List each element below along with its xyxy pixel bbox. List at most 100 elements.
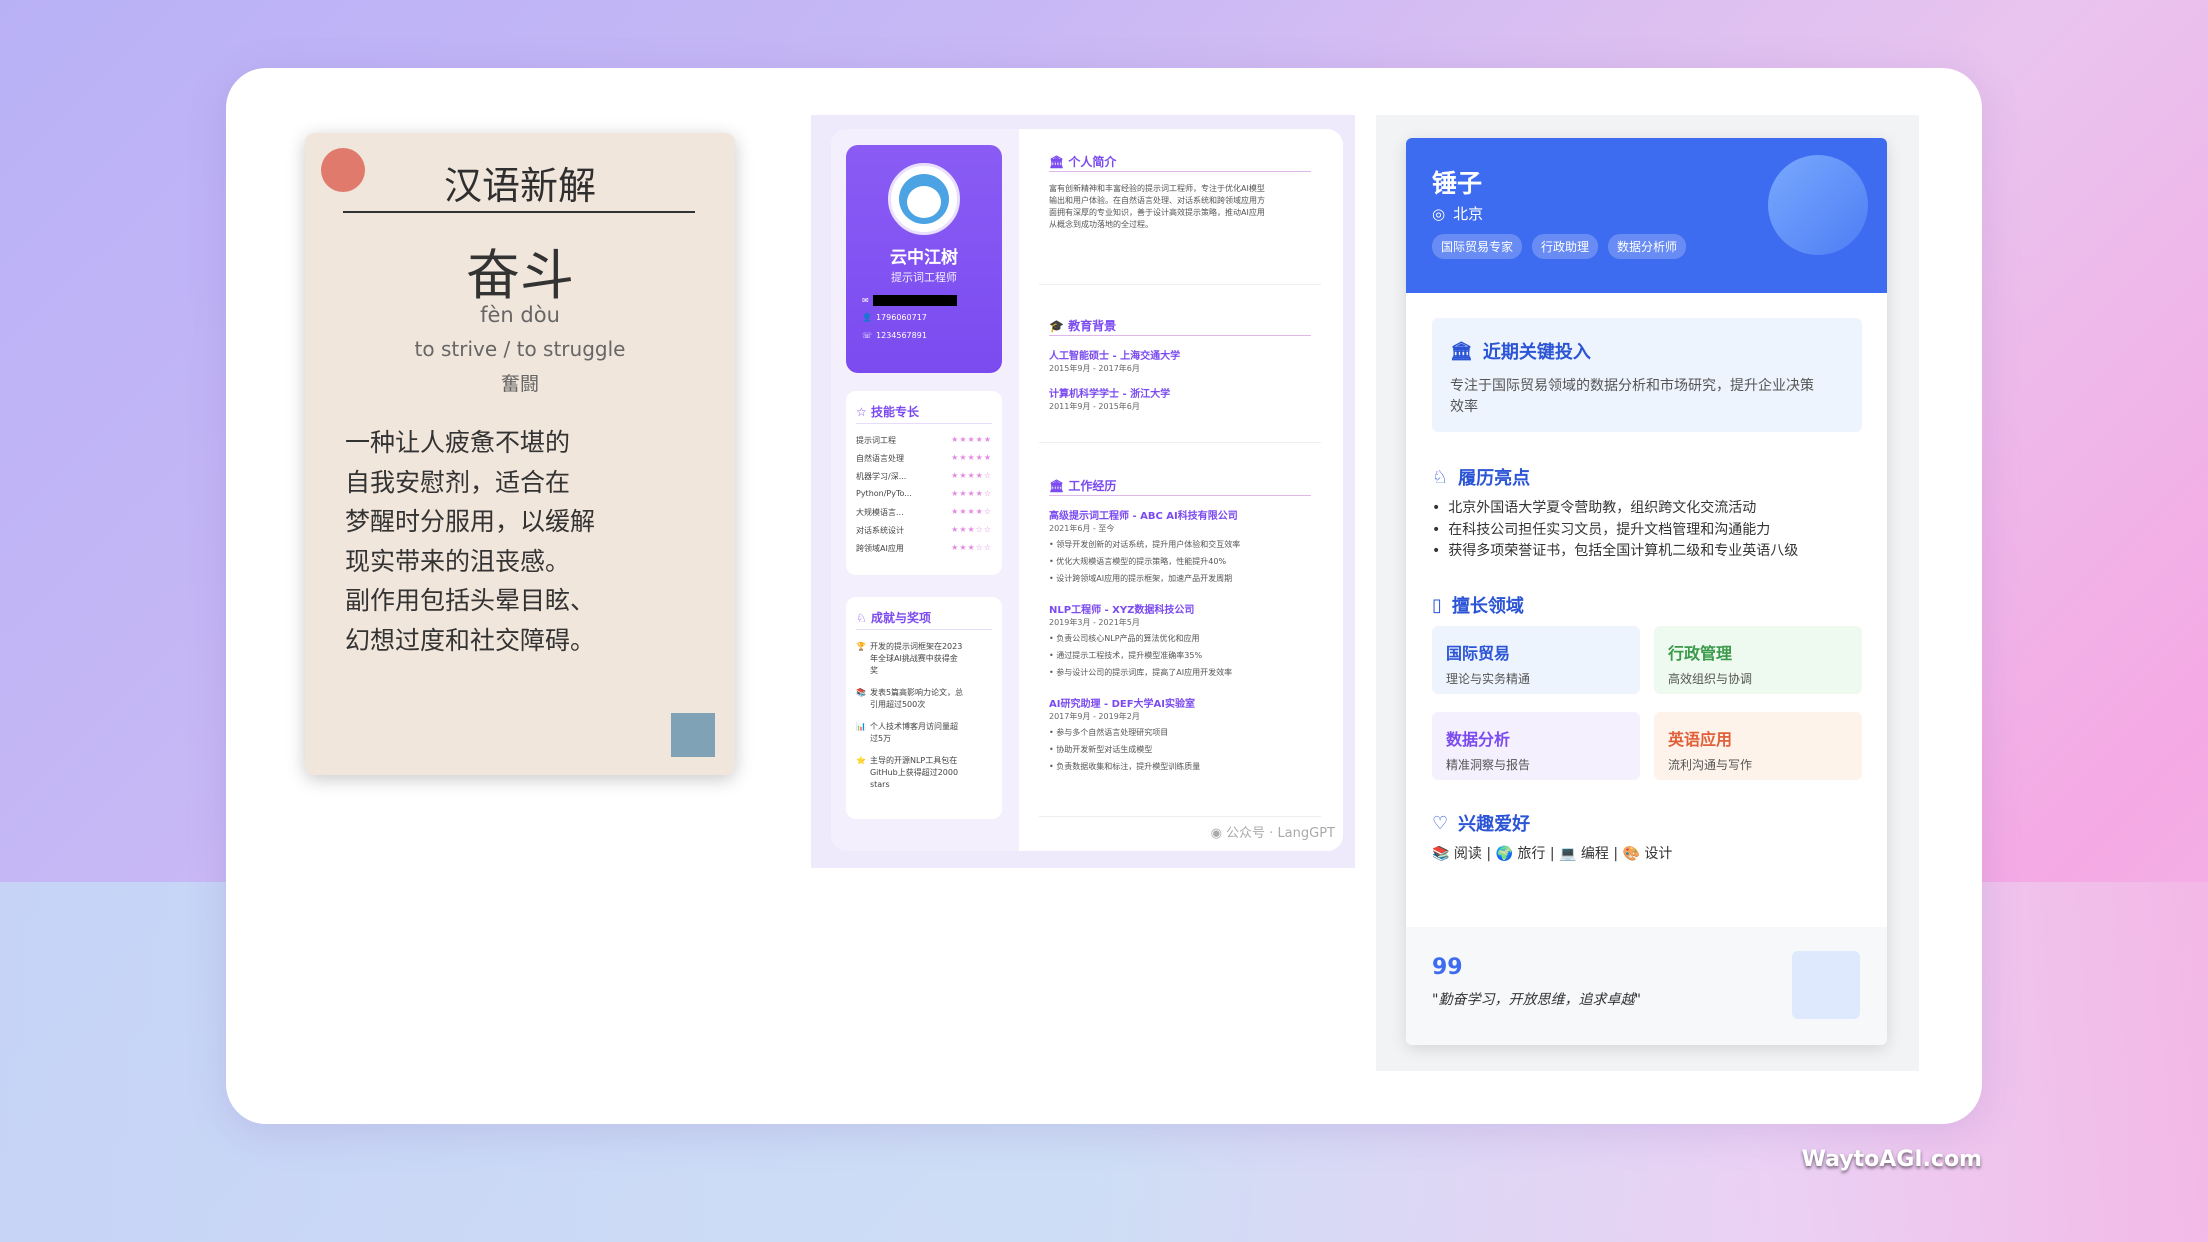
pinyin: fèn dòu (480, 303, 560, 327)
resume-header: 锤子 ◎ 北京 国际贸易专家 行政助理 数据分析师 (1406, 138, 1887, 293)
building-icon: 🏛 (1450, 340, 1473, 362)
japanese-translation: 奮闘 (500, 373, 539, 395)
highlights-list: 北京外国语大学夏令营助教，组织跨文化交流活动 在科技公司担任实习文员，提升文档管… (1432, 498, 1798, 563)
wechat-watermark: ◉ 公众号 · LangGPT (1210, 826, 1335, 841)
redacted-email (872, 295, 957, 306)
definition-line: 一种让人疲惫不堪的 (345, 428, 571, 457)
mail-icon: ✉ (862, 296, 869, 305)
skill-box: 国际贸易 理论与实务精通 (1432, 626, 1640, 694)
phone-icon: ☏ (862, 331, 873, 340)
job-bullet: • 设计跨领域AI应用的提示框架，加速产品开发周期 (1049, 574, 1233, 583)
award-ribbon-icon: ♘ (1432, 466, 1449, 488)
phone-number: 1234567891 (876, 331, 927, 340)
quote-square-decoration (1792, 951, 1860, 1019)
skill-row: 自然语言处理 ★★★★★ (856, 453, 992, 463)
resume-card-blue: 锤子 ◎ 北京 国际贸易专家 行政助理 数据分析师 🏛 近期关键投入 专注于国际贸… (1376, 115, 1919, 1071)
headword: 奋斗 (466, 244, 574, 307)
education-degree: 人工智能硕士 - 上海交通大学 (1049, 351, 1181, 362)
resume-name: 锤子 (1432, 169, 1483, 198)
awards-panel: ♘ 成就与奖项 🏆 开发的提示词框架在2023 年全球AI挑战赛中获得金奖 📚 发… (846, 597, 1002, 819)
qq-row: 👤 1796060717 (862, 313, 927, 322)
trophy-icon: 🏆 (856, 642, 866, 651)
definition-line: 自我安慰剂，适合在 (345, 467, 571, 497)
profile-role: 提示词工程师 (891, 271, 957, 284)
tag: 国际贸易专家 (1432, 234, 1523, 259)
highlight-item: 在科技公司担任实习文员，提升文档管理和沟通能力 (1432, 520, 1798, 542)
intro-title: 🏛 个人简介 (1049, 155, 1117, 169)
highlight-item: 北京外国语大学夏令营助教，组织跨文化交流活动 (1432, 498, 1798, 520)
definition-line: 幻想过度和社交障碍。 (345, 625, 596, 655)
skill-box: 英语应用 流利沟通与写作 (1654, 712, 1862, 780)
tag: 行政助理 (1532, 234, 1599, 259)
star-icon: ⭐ (856, 756, 866, 765)
chart-icon: 📊 (856, 722, 866, 731)
job-bullet: • 参与多个自然语言处理研究项目 (1049, 728, 1169, 737)
education-degree: 计算机科学学士 - 浙江大学 (1049, 389, 1171, 400)
book-icon: ▯ (1432, 594, 1442, 616)
work-title: 🏛 工作经历 (1049, 479, 1117, 493)
header-circle-decoration (1768, 155, 1868, 255)
job-bullet: • 领导开发创新的对话系统，提升用户体验和交互效率 (1049, 540, 1241, 549)
qq-number: 1796060717 (875, 313, 927, 322)
definition-line: 现实带来的沮丧感。 (345, 546, 571, 576)
hobbies-text: 📚 阅读 | 🌍 旅行 | 💻 编程 | 🎨 设计 (1432, 846, 1673, 862)
education-title: 🎓 教育背景 (1049, 319, 1117, 333)
awards-title: ♘ 成就与奖项 (856, 611, 931, 625)
definition-line: 副作用包括头晕目眩、 (345, 586, 596, 615)
skill-row: 机器学习/深... ★★★★☆ (856, 471, 992, 481)
tag-list: 国际贸易专家 行政助理 数据分析师 (1432, 234, 1687, 259)
books-icon: 📚 (856, 688, 866, 697)
tag: 数据分析师 (1608, 234, 1687, 259)
resume-card-purple: 云中江树 提示词工程师 ✉ 👤 1796060717 ☏ 1234567891 … (811, 115, 1355, 868)
heart-icon: ♡ (1432, 812, 1449, 834)
award-item: 📚 发表5篇高影响力论文，总 引用超过500次 (856, 688, 964, 709)
phone-row: ☏ 1234567891 (862, 331, 927, 340)
resume-sidebar: 云中江树 提示词工程师 ✉ 👤 1796060717 ☏ 1234567891 … (831, 129, 1019, 851)
skill-row: 跨领域AI应用 ★★★☆☆ (856, 543, 992, 553)
hanyu-card: 汉语新解 奋斗 fèn dòu to strive / to struggle … (305, 133, 735, 775)
skill-row: Python/PyTo... ★★★★☆ (856, 489, 992, 498)
award-item: ⭐ 主导的开源NLP工具包在 GitHub上获得超过2000 stars (856, 756, 959, 789)
user-icon: 👤 (862, 313, 872, 322)
education-date: 2011年9月 - 2015年6月 (1049, 402, 1140, 411)
avatar (888, 163, 960, 235)
award-item: 🏆 开发的提示词框架在2023 年全球AI挑战赛中获得金奖 (856, 642, 963, 675)
hobbies-title: ♡ 兴趣爱好 (1432, 812, 1531, 836)
job-date: 2021年6月 - 至今 (1049, 524, 1115, 533)
skill-row: 对话系统设计 ★★★☆☆ (856, 525, 992, 535)
focus-text: 专注于国际贸易领域的数据分析和市场研究，提升企业决策 效率 (1450, 378, 1814, 415)
job-bullet: • 通过提示工程技术，提升模型准确率35% (1049, 651, 1203, 660)
education-date: 2015年9月 - 2017年6月 (1049, 364, 1140, 373)
skills-panel: ☆ 技能专长 提示词工程 ★★★★★ 自然语言处理 ★★★★★ 机器学习/深... ★… (846, 391, 1002, 575)
english-translation: to strive / to struggle (414, 337, 626, 361)
award-item: 📊 个人技术博客月访问量超 过5万 (856, 722, 958, 743)
skill-box: 行政管理 高效组织与协调 (1654, 626, 1862, 694)
site-watermark: WaytoAGI.com (1801, 1147, 1982, 1172)
location: ◎ 北京 (1432, 204, 1484, 224)
definition-line: 梦醒时分服用，以缓解 (345, 507, 596, 536)
job-title: NLP工程师 - XYZ数据科技公司 (1049, 605, 1195, 616)
title-divider (343, 211, 695, 213)
job-bullet: • 参与设计公司的提示词库，提高了AI应用开发效率 (1049, 668, 1233, 677)
card-title: 汉语新解 (443, 164, 596, 208)
job-title: 高级提示词工程师 - ABC AI科技有限公司 (1049, 511, 1238, 522)
job-date: 2017年9月 - 2019年2月 (1049, 712, 1140, 721)
location-pin-icon: ◎ (1432, 204, 1446, 223)
blue-square-decoration (671, 713, 715, 757)
job-bullet: • 负责数据收集和标注，提升模型训练质量 (1049, 762, 1201, 771)
profile-card: 云中江树 提示词工程师 ✉ 👤 1796060717 ☏ 1234567891 (846, 145, 1002, 373)
quote-footer: 99 "勤奋学习，开放思维，追求卓越" (1406, 927, 1887, 1045)
job-bullet: • 负责公司核心NLP产品的算法优化和应用 (1049, 634, 1200, 643)
skill-box: 数据分析 精准洞察与报告 (1432, 712, 1640, 780)
skill-row: 提示词工程 ★★★★★ (856, 435, 992, 445)
email-row: ✉ (862, 295, 957, 306)
highlight-item: 获得多项荣誉证书，包括全国计算机二级和专业英语八级 (1432, 541, 1798, 563)
definition: 一种让人疲惫不堪的 自我安慰剂，适合在 梦醒时分服用，以缓解 现实带来的沮丧感。… (345, 423, 645, 660)
job-bullet: • 协助开发新型对话生成模型 (1049, 745, 1153, 754)
highlights-title: ♘ 履历亮点 (1432, 466, 1531, 490)
quote-icon: 99 (1432, 955, 1463, 980)
job-date: 2019年3月 - 2021年5月 (1049, 618, 1140, 627)
job-bullet: • 优化大规模语言模型的提示策略，性能提升40% (1049, 557, 1227, 566)
skill-row: 大规模语言... ★★★★☆ (856, 507, 992, 517)
resume-main: 🏛 个人简介 富有创新精神和丰富经验的提示词工程师，专注于优化AI模型 输出和用… (1019, 129, 1343, 851)
